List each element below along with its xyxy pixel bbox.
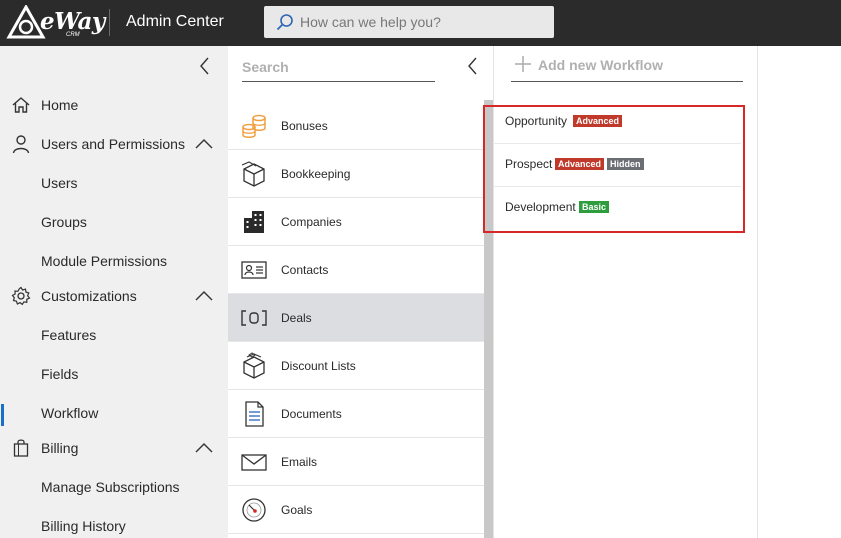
sidebar-item-label: Users and Permissions <box>41 136 185 152</box>
shopping-bag-icon <box>13 439 29 457</box>
module-item-documents[interactable]: Documents <box>228 390 484 438</box>
help-search-input[interactable] <box>300 12 540 32</box>
workflow-item-development[interactable]: Development Basic <box>493 189 741 231</box>
module-label: Documents <box>281 407 342 421</box>
logo-subtext: CRM <box>66 32 80 38</box>
collapse-sidebar-chevron-icon[interactable] <box>196 56 214 76</box>
module-label: Bonuses <box>281 119 328 133</box>
top-bar: eWay CRM Admin Center <box>0 0 841 46</box>
discount-box-icon <box>243 352 265 379</box>
sidebar-item-customizations[interactable]: Customizations <box>0 279 228 313</box>
app-title: Admin Center <box>126 13 224 30</box>
sidebar-item-groups[interactable]: Groups <box>0 205 228 239</box>
module-item-bonuses[interactable]: Bonuses <box>228 102 484 150</box>
status-badge-advanced: Advanced <box>555 158 605 170</box>
module-list-panel: Bonuses Bookkeeping Companies <box>228 46 493 538</box>
add-workflow-label: Add new Workflow <box>538 57 663 73</box>
target-icon <box>242 498 266 522</box>
add-workflow-button[interactable]: Add new Workflow <box>511 54 743 82</box>
plus-icon <box>515 56 531 72</box>
module-search[interactable] <box>242 54 435 82</box>
module-item-goals[interactable]: Goals <box>228 486 484 534</box>
module-item-companies[interactable]: Companies <box>228 198 484 246</box>
workflow-item-opportunity[interactable]: Opportunity Advanced <box>493 103 741 145</box>
sidebar-item-module-permissions[interactable]: Module Permissions <box>0 244 228 278</box>
status-badge-hidden: Hidden <box>607 158 644 170</box>
workflow-label: Opportunity <box>505 114 568 128</box>
module-item-discount-lists[interactable]: Discount Lists <box>228 342 484 390</box>
sidebar-item-manage-subscriptions[interactable]: Manage Subscriptions <box>0 470 228 504</box>
collapse-modules-chevron-icon[interactable] <box>465 56 479 76</box>
building-icon <box>244 211 264 233</box>
sidebar-item-label: Users <box>41 175 78 191</box>
eway-logo[interactable]: eWay CRM <box>6 5 105 41</box>
chevron-up-icon[interactable] <box>195 442 213 454</box>
sidebar-item-label: Manage Subscriptions <box>41 479 180 495</box>
module-label: Deals <box>281 311 312 325</box>
sidebar-item-label: Customizations <box>41 288 137 304</box>
module-label: Contacts <box>281 263 329 277</box>
sidebar-item-label: Fields <box>41 366 79 382</box>
sidebar-item-users[interactable]: Users <box>0 166 228 200</box>
search-icon <box>276 14 293 31</box>
header-divider <box>109 9 110 36</box>
sidebar-item-label: Billing History <box>41 518 126 534</box>
document-icon <box>245 401 264 427</box>
sidebar-item-label: Groups <box>41 214 87 230</box>
sidebar-item-label: Module Permissions <box>41 253 168 269</box>
deal-brackets-icon <box>241 310 267 326</box>
sidebar-item-label: Home <box>41 97 79 113</box>
sidebar-item-label: Billing <box>41 440 79 456</box>
chevron-up-icon[interactable] <box>195 138 213 150</box>
sidebar-item-fields[interactable]: Fields <box>0 357 228 391</box>
contact-card-icon <box>241 261 267 279</box>
coins-icon <box>242 114 266 138</box>
module-item-bookkeeping[interactable]: Bookkeeping <box>228 150 484 198</box>
sidebar-item-home[interactable]: Home <box>0 88 228 122</box>
chevron-up-icon[interactable] <box>195 290 213 302</box>
sidebar-item-workflow[interactable]: Workflow <box>0 396 228 430</box>
sidebar-item-users-and-permissions[interactable]: Users and Permissions <box>0 127 228 161</box>
sidebar: Home Users and Permissions Users Groups … <box>0 46 228 538</box>
sidebar-item-label: Workflow <box>41 405 99 421</box>
module-item-deals[interactable]: Deals <box>228 294 484 342</box>
module-search-input[interactable] <box>242 54 432 80</box>
help-search-box[interactable] <box>264 6 554 38</box>
status-badge-basic: Basic <box>579 201 610 213</box>
workflow-divider <box>493 143 741 144</box>
module-label: Discount Lists <box>281 359 356 373</box>
user-icon <box>12 135 30 154</box>
module-item-emails[interactable]: Emails <box>228 438 484 486</box>
envelope-icon <box>241 454 267 471</box>
sidebar-item-features[interactable]: Features <box>0 318 228 352</box>
box-icon <box>241 161 265 187</box>
workflow-label: Prospect <box>505 157 553 171</box>
workflow-divider <box>493 186 741 187</box>
home-icon <box>12 97 30 113</box>
module-label: Goals <box>281 503 313 517</box>
logo-text: eWay <box>40 8 105 35</box>
module-label: Emails <box>281 455 318 469</box>
sidebar-item-billing[interactable]: Billing <box>0 431 228 465</box>
module-label: Companies <box>281 215 342 229</box>
gear-icon <box>11 286 31 306</box>
module-item-contacts[interactable]: Contacts <box>228 246 484 294</box>
workflow-item-prospect[interactable]: Prospect Advanced Hidden <box>493 146 741 188</box>
status-badge-advanced: Advanced <box>573 115 623 127</box>
sidebar-item-billing-history[interactable]: Billing History <box>0 509 228 538</box>
module-label: Bookkeeping <box>281 167 351 181</box>
sidebar-item-label: Features <box>41 327 97 343</box>
active-indicator <box>1 404 4 426</box>
workflow-label: Development <box>505 200 576 214</box>
